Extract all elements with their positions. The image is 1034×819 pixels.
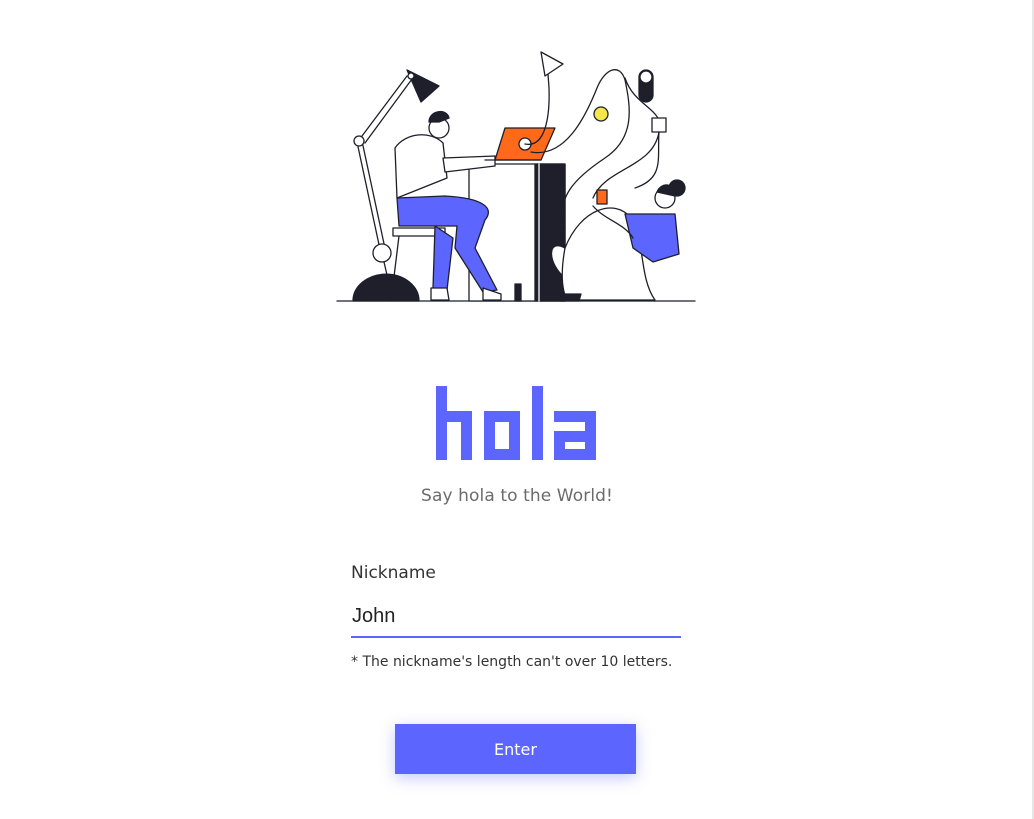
login-page: Say hola to the World! Nickname * The ni… bbox=[0, 0, 1034, 819]
people-working-illustration bbox=[335, 48, 697, 306]
nickname-label: Nickname bbox=[351, 563, 436, 583]
nickname-hint: * The nickname's length can't over 10 le… bbox=[351, 654, 673, 670]
tagline: Say hola to the World! bbox=[421, 486, 613, 506]
nickname-field: Nickname bbox=[351, 562, 681, 638]
nickname-input[interactable] bbox=[351, 596, 681, 638]
enter-button[interactable]: Enter bbox=[395, 724, 636, 774]
hola-logo bbox=[436, 386, 598, 462]
